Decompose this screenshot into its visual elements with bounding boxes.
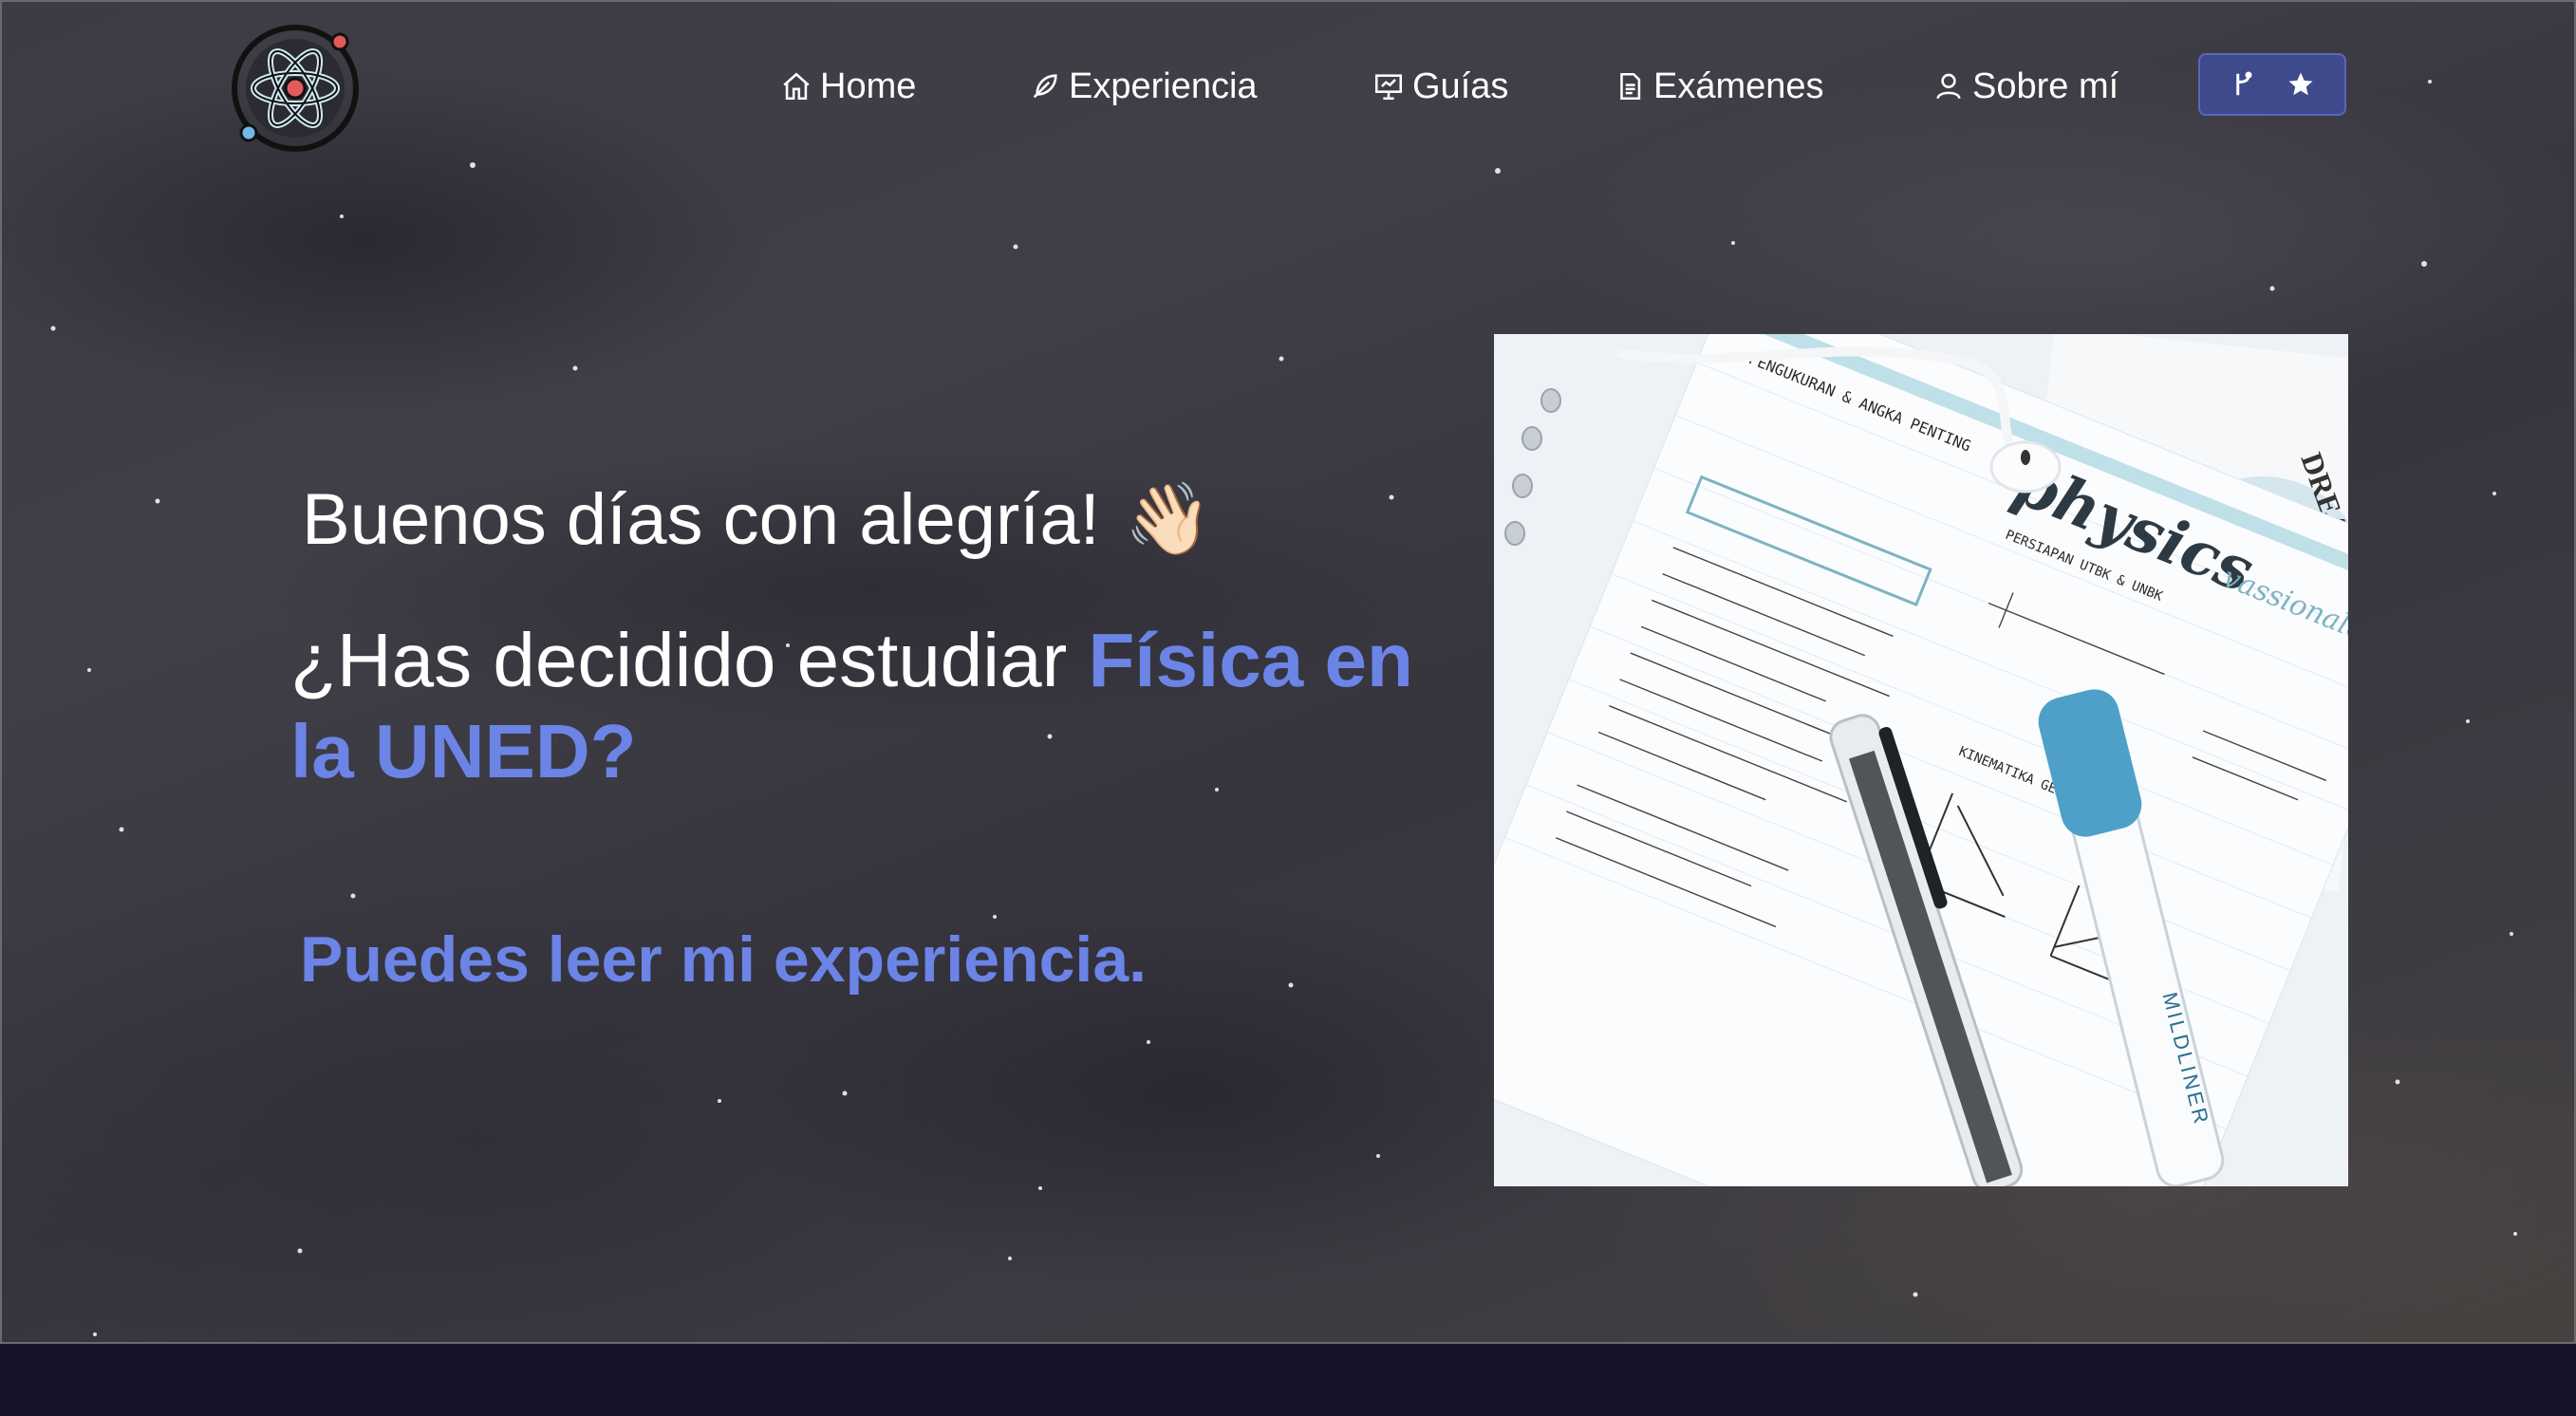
physics-notebook-photo: DREA physics vassionale PENGUKURAN & ANG… (1494, 334, 2348, 1186)
footer-band (0, 1344, 2576, 1416)
star-icon (2288, 72, 2313, 96)
document-icon (1620, 72, 1641, 101)
question-prefix: ¿Has decidido estudiar (290, 618, 1089, 702)
git-branch-icon (2236, 71, 2252, 96)
github-repo-button[interactable] (2198, 53, 2346, 116)
nav-home-label: Home (820, 65, 917, 106)
atom-logo-icon[interactable] (228, 21, 363, 156)
nav-examenes[interactable]: Exámenes (1614, 53, 1824, 120)
greeting-text: Buenos días con alegría! (302, 479, 1100, 560)
nav-home[interactable]: Home (780, 53, 916, 120)
feather-pen-icon (1033, 74, 1057, 99)
presentation-chart-icon (1374, 74, 1403, 101)
nav-examenes-label: Exámenes (1653, 65, 1824, 106)
home-icon (783, 72, 810, 101)
nav-experiencia-label: Experiencia (1069, 65, 1258, 106)
hero-question: ¿Has decidido estudiar Física en la UNED… (290, 615, 1467, 797)
greeting-heading: Buenos días con alegría! 👋🏻 (302, 478, 1212, 561)
nav-sobre-mi-label: Sobre mí (1972, 65, 2119, 106)
experience-link[interactable]: Puedes leer mi experiencia. (300, 922, 1147, 997)
nav-guias[interactable]: Guías (1372, 53, 1508, 120)
nav-guias-label: Guías (1412, 65, 1509, 106)
nav-experiencia[interactable]: Experiencia (1029, 53, 1258, 120)
user-icon (1936, 73, 1961, 100)
nav-sobre-mi[interactable]: Sobre mí (1932, 53, 2119, 120)
waving-hand-emoji: 👋🏻 (1124, 479, 1212, 558)
